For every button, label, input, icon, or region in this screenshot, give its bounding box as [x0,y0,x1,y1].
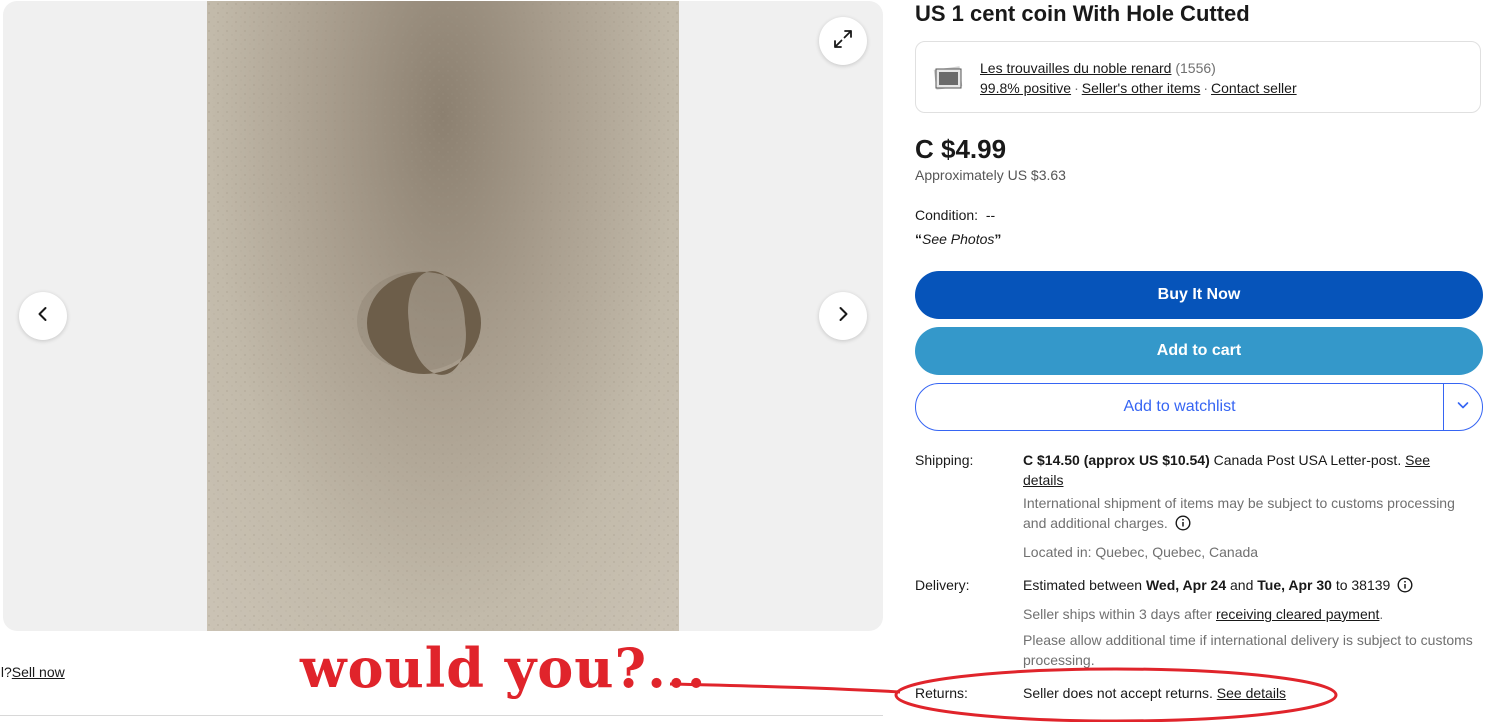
returns-details: Seller does not accept returns. See deta… [1023,683,1473,703]
sell-now-link[interactable]: Sell now [12,664,65,680]
chevron-down-icon [1456,398,1470,417]
delivery-zip: to 38139 [1331,577,1391,593]
condition-note: “See Photos” [915,231,1002,247]
divider [0,715,883,716]
customs-note: International shipment of items may be s… [1023,495,1455,531]
next-image-button[interactable] [819,292,867,340]
chevron-right-icon [835,306,851,327]
delivery-end-date: Tue, Apr 30 [1257,577,1332,593]
seller-other-items-link[interactable]: Seller's other items [1082,80,1201,96]
seller-positive-link[interactable]: 99.8% positive [980,80,1071,96]
item-title: US 1 cent coin With Hole Cutted [915,1,1250,26]
returns-label: Returns: [915,685,968,701]
approx-price: Approximately US $3.63 [915,167,1066,183]
chevron-left-icon [35,306,51,327]
delivery-start-date: Wed, Apr 24 [1145,577,1227,593]
annotation-text: would you?... [300,636,707,700]
item-photo[interactable] [207,1,679,631]
intl-delivery-note: Please allow additional time if internat… [1023,632,1473,668]
returns-policy: Seller does not accept returns. [1023,685,1217,701]
previous-image-button[interactable] [19,292,67,340]
expand-icon [832,28,854,55]
shipping-details: C $14.50 (approx US $10.54) Canada Post … [1023,450,1473,562]
info-icon[interactable] [1397,577,1413,598]
seller-avatar[interactable] [932,62,964,94]
sell-prompt-text: ell? [0,664,12,680]
contact-seller-link[interactable]: Contact seller [1211,80,1297,96]
shipping-method: Canada Post USA Letter-post. [1209,452,1406,468]
add-to-watchlist-button[interactable]: Add to watchlist [916,398,1443,416]
sell-prompt: ell? Sell now [0,664,65,680]
condition-label: Condition: [915,207,979,223]
add-to-cart-button[interactable]: Add to cart [915,327,1483,375]
fullscreen-button[interactable] [819,17,867,65]
seller-feedback-count: (1556) [1175,60,1216,76]
delivery-label: Delivery: [915,577,970,593]
cleared-payment-link[interactable]: receiving cleared payment [1216,606,1379,622]
condition-note-text: See Photos [922,231,995,247]
buy-it-now-button[interactable]: Buy It Now [915,271,1483,319]
watchlist-dropdown-button[interactable] [1444,384,1482,430]
condition-value: -- [985,207,996,223]
info-icon[interactable] [1175,515,1191,536]
seller-name-link[interactable]: Les trouvailles du noble renard [980,60,1171,76]
shipping-label: Shipping: [915,452,974,468]
item-location: Located in: Quebec, Quebec, Canada [1023,544,1259,560]
delivery-details: Estimated between Wed, Apr 24 and Tue, A… [1023,577,1473,668]
item-price: C $4.99 [915,134,1007,164]
condition-row: Condition: -- [915,207,995,223]
shipping-cost: C $14.50 (approx US $10.54) [1023,452,1210,468]
image-gallery [3,1,883,631]
coin-photo [207,1,679,631]
returns-see-details-link[interactable]: See details [1217,685,1286,701]
watchlist-button: Add to watchlist [915,383,1483,431]
seller-card: Les trouvailles du noble renard (1556) 9… [915,41,1481,113]
